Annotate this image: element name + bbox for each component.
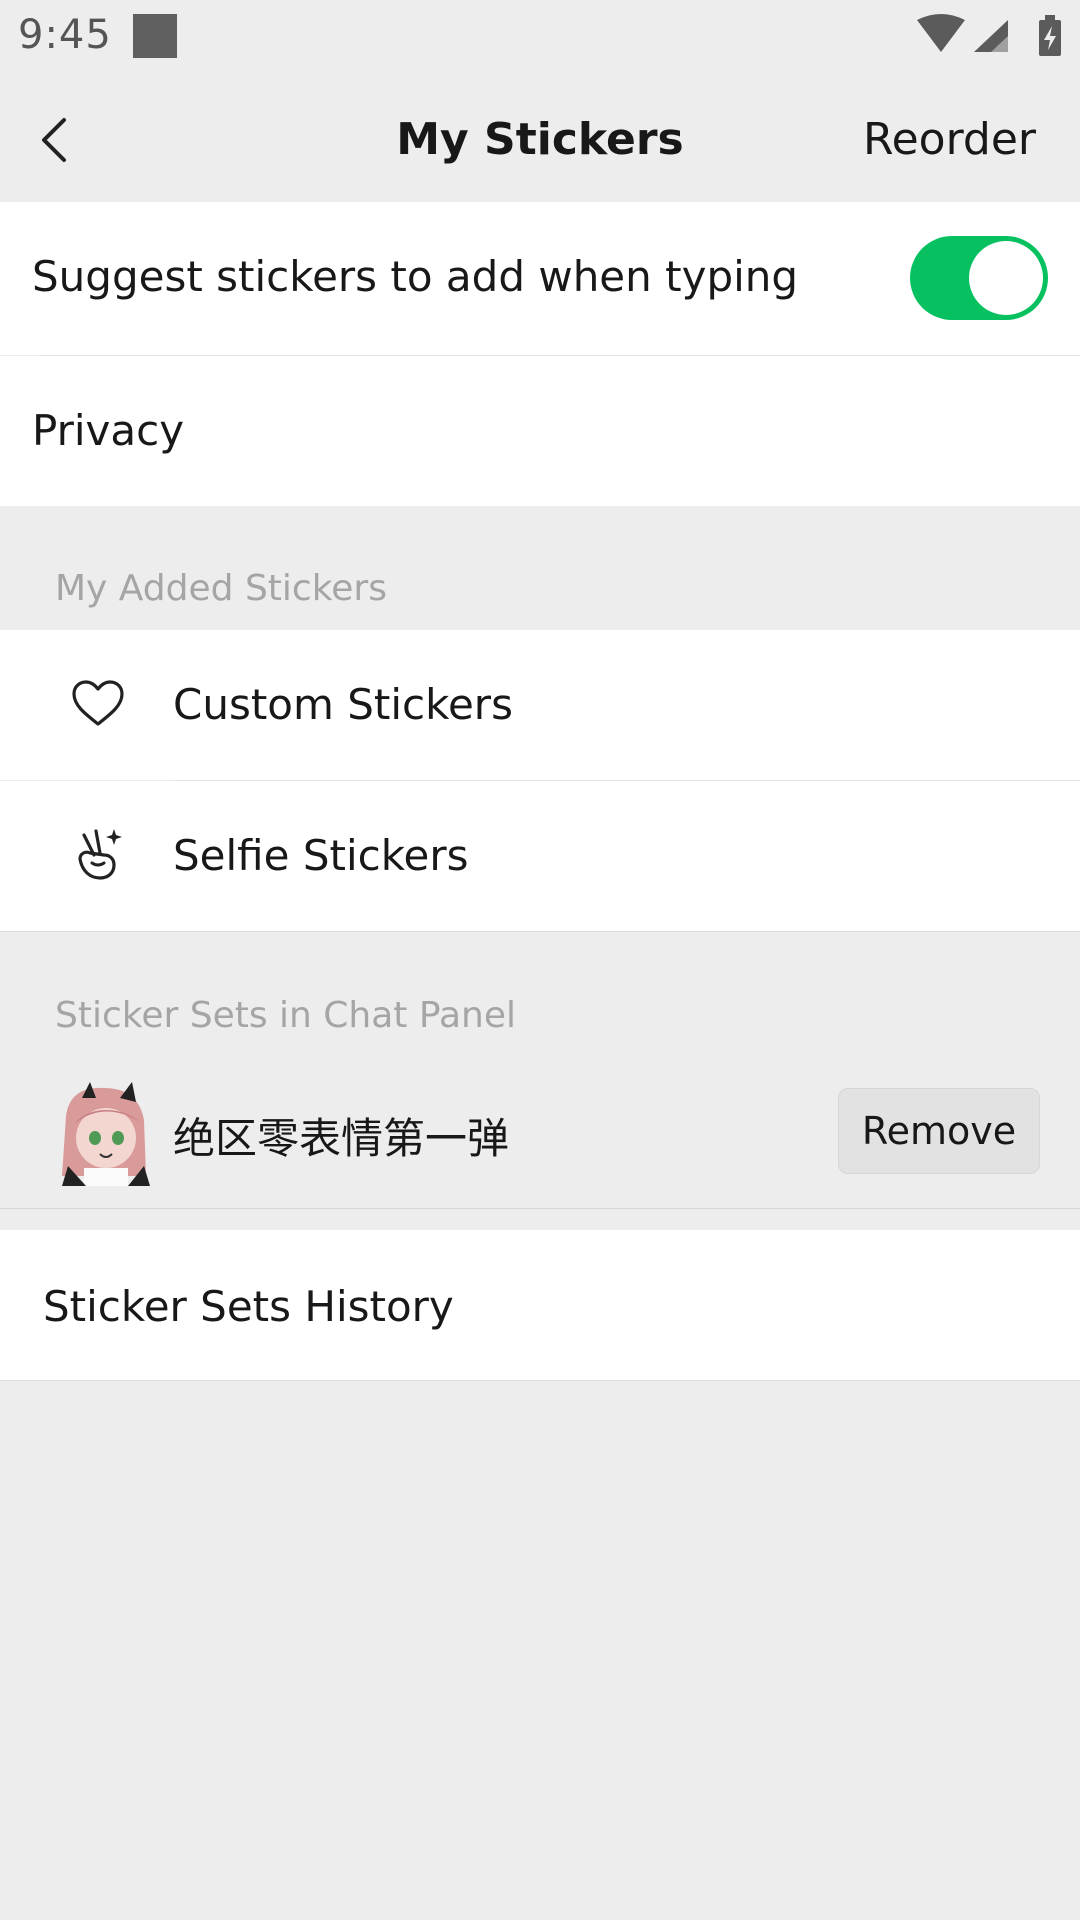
selfie-stickers-row[interactable]: Selfie Stickers [0, 781, 1080, 931]
heart-icon [72, 680, 124, 726]
divider [0, 931, 1080, 932]
divider [0, 1380, 1080, 1381]
selfie-stickers-label: Selfie Stickers [173, 831, 469, 880]
status-time: 9:45 [18, 12, 112, 58]
remove-button[interactable]: Remove [838, 1088, 1040, 1174]
status-icons [917, 14, 1061, 56]
section-header-my-added: My Added Stickers [55, 568, 387, 609]
suggest-stickers-label: Suggest stickers to add when typing [32, 252, 799, 301]
suggest-stickers-row: Suggest stickers to add when typing [0, 202, 1080, 355]
custom-stickers-row[interactable]: Custom Stickers [0, 630, 1080, 780]
status-bar: 9:45 [0, 0, 1080, 78]
section-header-chat-panel: Sticker Sets in Chat Panel [55, 995, 516, 1036]
reorder-button[interactable]: Reorder [863, 114, 1036, 165]
selfie-hand-icon [78, 829, 122, 880]
custom-stickers-label: Custom Stickers [173, 680, 513, 729]
suggest-stickers-toggle[interactable] [910, 236, 1048, 320]
sticker-set-name: 绝区零表情第一弹 [173, 1114, 510, 1163]
notification-icon [133, 14, 177, 58]
sticker-set-thumbnail [56, 1076, 152, 1186]
sticker-sets-history-label: Sticker Sets History [43, 1282, 454, 1331]
navigation-bar: My Stickers Reorder [0, 78, 1080, 202]
sticker-sets-history-row[interactable]: Sticker Sets History [0, 1230, 1080, 1380]
battery-icon [1039, 15, 1061, 56]
privacy-label: Privacy [32, 406, 185, 455]
privacy-row[interactable]: Privacy [0, 356, 1080, 506]
toggle-knob [969, 241, 1043, 315]
divider [0, 1208, 1080, 1209]
wifi-icon [917, 14, 965, 52]
